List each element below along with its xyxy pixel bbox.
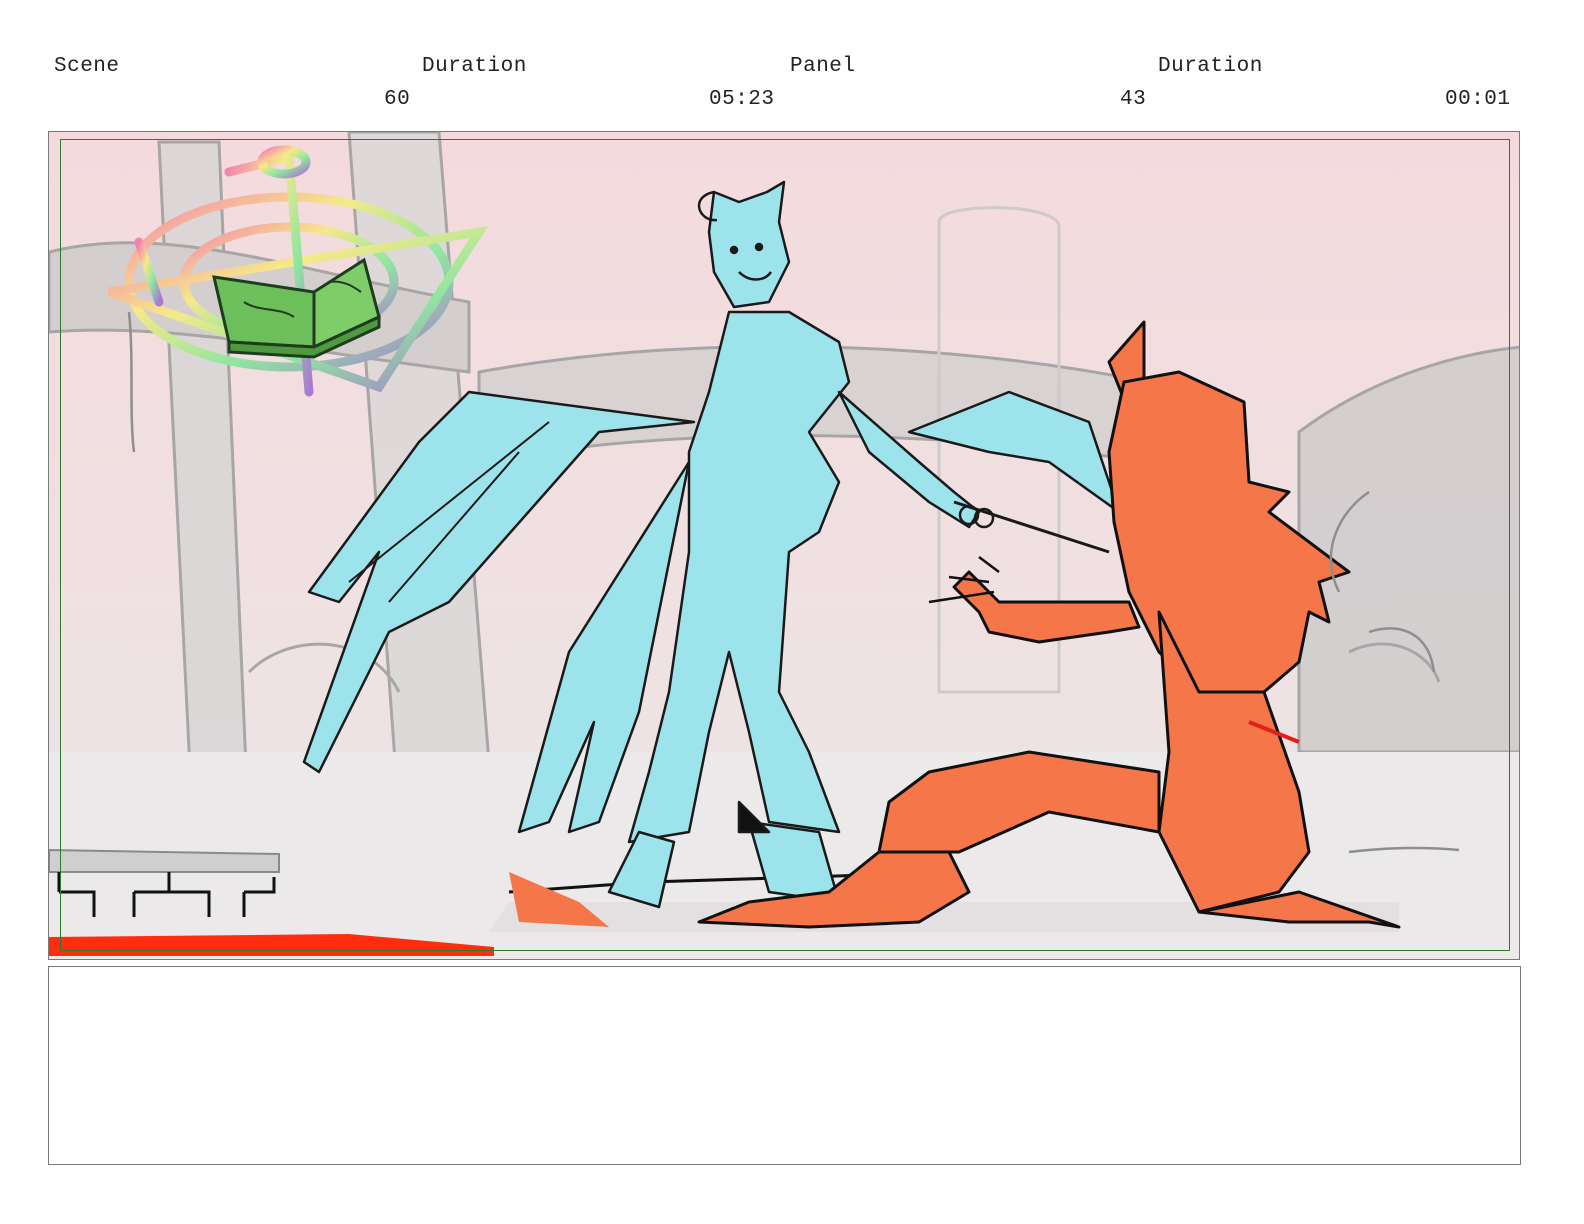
panel-duration-label: Duration [1158,55,1263,78]
scene-duration-label: Duration [422,55,527,78]
panel-number: 43 [1120,88,1147,111]
panel-duration-value: 00:01 [1445,88,1511,111]
panel-notes-box [48,966,1521,1165]
scene-label: Scene [54,55,120,78]
scene-number: 60 [384,88,411,111]
scene-duration-value: 05:23 [709,88,775,111]
storyboard-panel-frame [48,131,1520,960]
panel-artwork [49,132,1519,959]
panel-label: Panel [790,55,856,78]
